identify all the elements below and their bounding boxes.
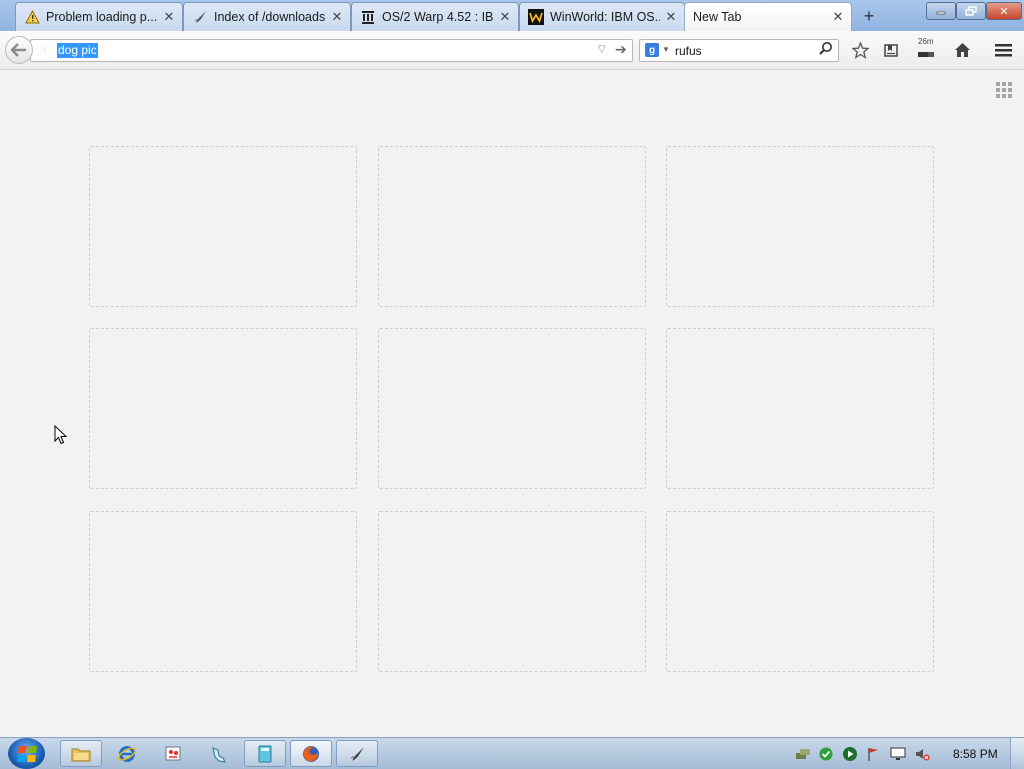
tray-volume-muted-icon[interactable] — [914, 746, 930, 762]
close-icon[interactable]: ✕ — [498, 9, 512, 25]
close-icon[interactable]: ✕ — [330, 9, 344, 25]
tile-placeholder[interactable] — [89, 511, 357, 672]
tile-placeholder[interactable] — [378, 511, 646, 672]
tab-label: OS/2 Warp 4.52 : IB... — [382, 10, 494, 24]
taskbar-paint[interactable] — [152, 740, 194, 767]
new-tab-page — [0, 70, 1024, 737]
taskbar-rocket-app[interactable] — [336, 740, 378, 767]
home-button[interactable] — [950, 39, 974, 61]
new-tab-button[interactable]: + — [858, 5, 880, 27]
back-arrow-icon — [11, 43, 26, 57]
minimize-button[interactable] — [926, 2, 956, 20]
paint-icon — [165, 746, 181, 760]
search-icon[interactable] — [819, 41, 833, 58]
taskbar-clock[interactable]: 8:58 PM — [953, 747, 998, 761]
tile-placeholder[interactable] — [666, 511, 934, 672]
internet-explorer-icon — [117, 745, 137, 762]
close-icon[interactable]: ✕ — [831, 9, 845, 25]
taskbar-firefox[interactable] — [290, 740, 332, 767]
search-input[interactable]: rufus — [675, 44, 702, 58]
restore-button[interactable] — [956, 2, 986, 20]
back-button[interactable] — [5, 36, 33, 64]
bookmarks-menu-button[interactable] — [879, 39, 903, 61]
start-button[interactable] — [8, 738, 45, 769]
tile-placeholder[interactable] — [89, 146, 357, 307]
mouse-cursor-icon — [54, 425, 68, 445]
close-icon[interactable]: ✕ — [162, 9, 176, 25]
rocket-icon — [192, 9, 208, 25]
hamburger-menu-icon — [994, 44, 1012, 57]
site-identity-icon[interactable]: ☝ — [40, 44, 47, 57]
taskbar-file-explorer[interactable] — [60, 740, 102, 767]
firefox-icon — [303, 745, 319, 762]
warning-icon — [24, 9, 40, 25]
tray-network-icon[interactable] — [795, 746, 811, 762]
tab-new-tab[interactable]: New Tab ✕ — [684, 2, 852, 31]
tab-problem-loading[interactable]: Problem loading p... ✕ — [15, 2, 183, 31]
close-icon[interactable]: ✕ — [664, 9, 678, 25]
address-bar[interactable]: ☝ dog pic ▽ ➔ — [30, 39, 633, 62]
tab-label: Index of /downloads — [214, 10, 326, 24]
download-progress-icon — [918, 52, 934, 57]
minimize-icon — [936, 11, 946, 15]
downloads-time-badge: 26m — [918, 37, 934, 46]
tray-display-icon[interactable] — [890, 746, 906, 762]
navigation-toolbar: ☝ dog pic ▽ ➔ g ▼ rufus 26m — [0, 31, 1024, 70]
tab-label: New Tab — [693, 10, 742, 24]
show-desktop-button[interactable] — [1010, 738, 1024, 769]
archive-icon — [360, 9, 376, 25]
rocket-icon — [350, 746, 364, 761]
paw-icon — [212, 746, 227, 763]
restore-icon — [965, 6, 977, 16]
close-icon: ✕ — [999, 5, 1009, 18]
downloads-button[interactable]: 26m — [914, 37, 938, 61]
tab-label: Problem loading p... — [46, 10, 158, 24]
bookmark-star-button[interactable] — [848, 39, 872, 61]
menu-button[interactable] — [991, 39, 1015, 61]
calculator-icon — [258, 745, 272, 762]
chevron-down-icon[interactable]: ▼ — [662, 45, 670, 54]
tab-label: WinWorld: IBM OS... — [550, 10, 660, 24]
tray-media-play-icon[interactable] — [842, 746, 858, 762]
tab-winworld[interactable]: WinWorld: IBM OS... ✕ — [519, 2, 685, 31]
taskbar-paw-app[interactable] — [198, 740, 240, 767]
google-search-engine-icon[interactable]: g — [645, 43, 659, 57]
tile-placeholder[interactable] — [378, 146, 646, 307]
star-icon — [851, 41, 869, 59]
close-window-button[interactable]: ✕ — [986, 2, 1022, 20]
tile-placeholder[interactable] — [666, 328, 934, 489]
tray-security-icon[interactable] — [818, 746, 834, 762]
grid-toggle-icon[interactable] — [996, 82, 1012, 98]
address-input[interactable]: dog pic — [57, 43, 98, 58]
history-dropdown-icon[interactable]: ▽ — [598, 44, 606, 55]
windows-taskbar: 8:58 PM — [0, 737, 1024, 769]
tile-placeholder[interactable] — [666, 146, 934, 307]
tile-placeholder[interactable] — [89, 328, 357, 489]
taskbar-calculator[interactable] — [244, 740, 286, 767]
tab-index-downloads[interactable]: Index of /downloads ✕ — [183, 2, 351, 31]
windows-logo-icon — [16, 745, 37, 762]
taskbar-internet-explorer[interactable] — [106, 740, 148, 767]
home-icon — [954, 43, 970, 57]
winworld-icon — [528, 9, 544, 25]
bookmarks-list-icon — [884, 43, 898, 57]
tab-os2-warp[interactable]: OS/2 Warp 4.52 : IB... ✕ — [351, 2, 519, 31]
tray-flag-icon[interactable] — [866, 746, 882, 762]
search-bar[interactable]: g ▼ rufus — [639, 39, 839, 62]
tile-placeholder[interactable] — [378, 328, 646, 489]
go-arrow-icon[interactable]: ➔ — [615, 41, 627, 58]
tab-strip: Problem loading p... ✕ Index of /downloa… — [0, 0, 1024, 31]
folder-icon — [71, 748, 91, 761]
